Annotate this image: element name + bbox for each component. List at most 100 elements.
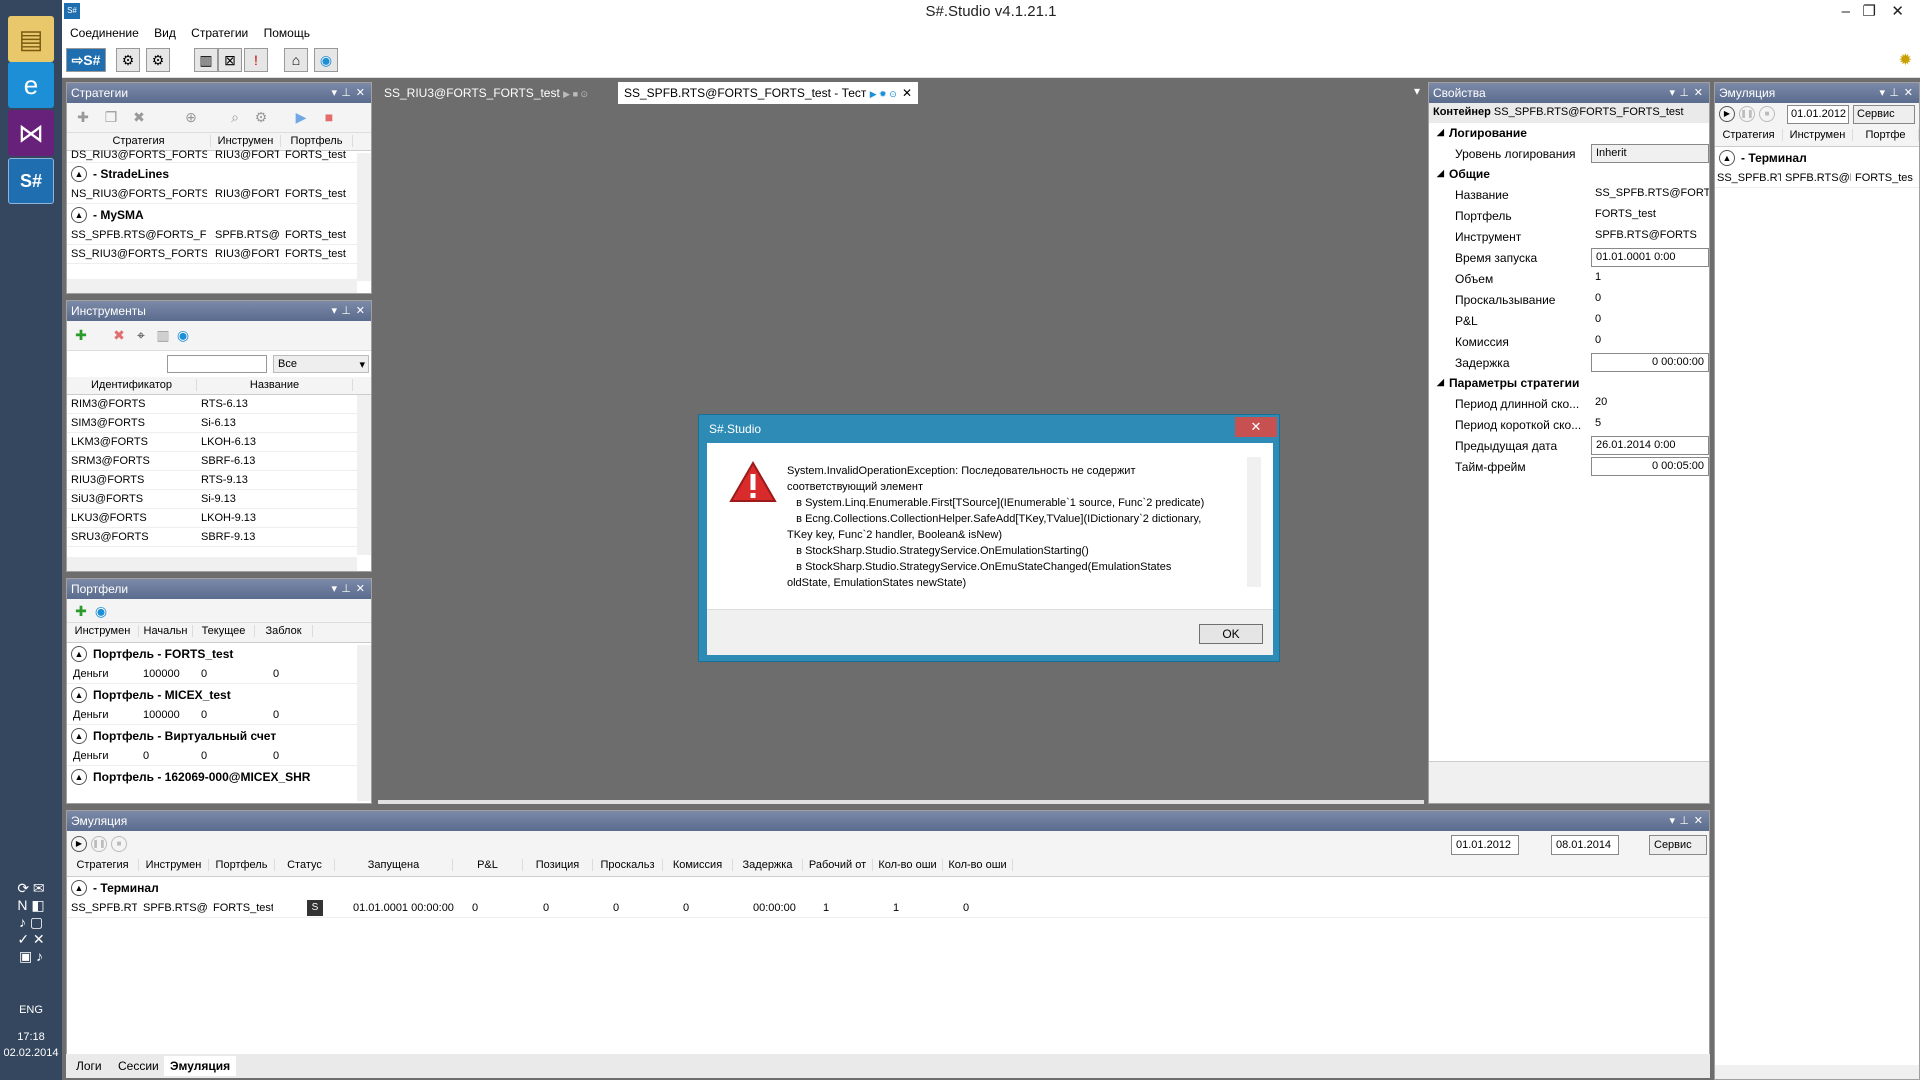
panel-menu-icon[interactable]: ▾ — [331, 579, 337, 599]
collapse-icon[interactable]: ▲ — [71, 880, 87, 896]
property-value[interactable]: 0 — [1591, 332, 1709, 351]
section-logging[interactable]: ◢ Логирование — [1429, 123, 1709, 143]
restore-icon[interactable]: ❐ — [1863, 0, 1876, 23]
add-portfolio-icon[interactable]: ✚ — [71, 601, 91, 621]
connection-settings-icon[interactable]: ⚙ — [116, 48, 140, 72]
panel-pin-icon[interactable]: ⊥ — [341, 579, 351, 599]
play-icon[interactable]: ▶ — [71, 836, 87, 852]
collapse-icon[interactable]: ▲ — [1719, 150, 1735, 166]
property-row[interactable]: P&L 0 — [1429, 310, 1709, 331]
column-portfolio[interactable]: Портфе — [1853, 129, 1919, 141]
column-initial[interactable]: Начальн — [139, 625, 193, 637]
add-component-icon[interactable]: ⊕ — [181, 107, 201, 127]
menu-help[interactable]: Помощь — [258, 24, 316, 42]
property-row[interactable]: Портфель FORTS_test — [1429, 205, 1709, 226]
tray-icons[interactable]: ⟳ ✉ N ◧ ♪ ▢ ✓ ✕ ▣ ♪ — [0, 880, 62, 965]
panel-menu-icon[interactable]: ▾ — [1669, 83, 1675, 103]
panel-pin-icon[interactable]: ⊥ — [341, 301, 351, 321]
collapse-icon[interactable]: ▲ — [71, 646, 87, 662]
visual-studio-icon[interactable]: ⋈ — [8, 110, 54, 156]
expand-icon[interactable]: ◢ — [1437, 377, 1444, 388]
group-header[interactable]: ▲ - StradeLines — [67, 163, 371, 185]
chart-icon[interactable]: ⊠ — [218, 48, 242, 72]
collapse-icon[interactable]: ▲ — [71, 728, 87, 744]
horizontal-scrollbar[interactable] — [67, 557, 357, 571]
property-row[interactable]: Период короткой ско... 5 — [1429, 414, 1709, 435]
property-value[interactable]: 0 — [1591, 290, 1709, 309]
stocksharp-icon[interactable]: S# — [8, 158, 54, 204]
alert-icon[interactable]: ! — [244, 48, 268, 72]
panel-close-icon[interactable]: ✕ — [1904, 83, 1913, 103]
close-window-icon[interactable]: ✕ — [1891, 0, 1904, 23]
column-instrument[interactable]: Инструмен — [1783, 129, 1853, 141]
tab-spfb-rts[interactable]: SS_SPFB.RTS@FORTS_FORTS_test - Тест ▶ ✹ … — [618, 82, 918, 104]
panel-pin-icon[interactable]: ⊥ — [341, 83, 351, 103]
column-pnl[interactable]: P&L — [453, 859, 523, 871]
panel-menu-icon[interactable]: ▾ — [331, 83, 337, 103]
connect-icon[interactable]: ⇨S# — [66, 48, 106, 72]
property-row[interactable]: Период длинной ско... 20 — [1429, 393, 1709, 414]
date-from-field[interactable]: 01.01.2012 — [1787, 105, 1849, 124]
table-row[interactable]: Деньги 0 0 0 — [67, 747, 371, 766]
property-value[interactable]: SPFB.RTS@FORTS — [1591, 227, 1709, 246]
section-strategy-params[interactable]: ◢ Параметры стратегии — [1429, 373, 1709, 393]
date-from-field[interactable]: 01.01.2012 — [1451, 835, 1519, 855]
tab-emulation[interactable]: Эмуляция — [164, 1056, 237, 1076]
property-value[interactable]: 01.01.0001 0:00 — [1591, 248, 1709, 267]
dialog-close-button[interactable]: ✕ — [1235, 417, 1277, 437]
table-row[interactable]: SRM3@FORTS SBRF-6.13 — [67, 452, 371, 471]
remove-instrument-icon[interactable]: ✖ — [109, 325, 129, 345]
database-icon[interactable]: ▥ — [194, 48, 218, 72]
group-header[interactable]: ▲ Портфель - 162069-000@MICEX_SHR — [67, 766, 371, 788]
property-value[interactable]: FORTS_test — [1591, 206, 1709, 225]
column-working[interactable]: Рабочий от — [803, 859, 873, 871]
column-position[interactable]: Позиция — [523, 859, 593, 871]
document-scrollbar[interactable] — [378, 800, 1424, 804]
panel-menu-icon[interactable]: ▾ — [1879, 83, 1885, 103]
stop-icon[interactable]: ■ — [111, 836, 127, 852]
property-value[interactable]: SS_SPFB.RTS@FORTS_ — [1591, 185, 1709, 204]
property-row[interactable]: Объем 1 — [1429, 268, 1709, 289]
section-general[interactable]: ◢ Общие — [1429, 164, 1709, 184]
collapse-icon[interactable]: ▲ — [71, 687, 87, 703]
globe-icon[interactable]: ◉ — [314, 48, 338, 72]
column-strategy[interactable]: Стратегия — [67, 859, 139, 871]
tab-logs[interactable]: Логи — [70, 1056, 108, 1076]
database-icon[interactable]: ▥ — [153, 325, 173, 345]
table-row[interactable]: LKU3@FORTS LKOH-9.13 — [67, 509, 371, 528]
tab-sessions[interactable]: Сессии — [112, 1056, 165, 1076]
column-blocked[interactable]: Заблок — [255, 625, 313, 637]
remove-strategy-icon[interactable]: ✖ — [129, 107, 149, 127]
panel-menu-icon[interactable]: ▾ — [1669, 811, 1675, 831]
expand-icon[interactable]: ◢ — [1437, 168, 1444, 179]
table-row[interactable]: SS_SPFB.RTS SPFB.RTS@F FORTS_test S 01.0… — [67, 899, 1709, 918]
import-icon[interactable]: ◉ — [91, 601, 111, 621]
property-value[interactable]: 0 — [1591, 311, 1709, 330]
add-instrument-icon[interactable]: ✚ — [71, 325, 91, 345]
pause-icon[interactable]: ❚❚ — [91, 836, 107, 852]
property-value[interactable]: 26.01.2014 0:00 — [1591, 436, 1709, 455]
group-header[interactable]: ▲ - Терминал — [1715, 147, 1919, 169]
panel-pin-icon[interactable]: ⊥ — [1679, 811, 1689, 831]
table-row[interactable]: DS_RIU3@FORTS_FORTS_ RIU3@FORT FORTS_tes… — [67, 149, 371, 163]
stop-icon[interactable]: ■ — [319, 107, 339, 127]
property-row[interactable]: Проскальзывание 0 — [1429, 289, 1709, 310]
panel-menu-icon[interactable]: ▾ — [331, 301, 337, 321]
ok-button[interactable]: OK — [1199, 624, 1263, 644]
vertical-scrollbar[interactable] — [357, 395, 371, 555]
table-row[interactable]: Деньги 100000 0 0 — [67, 665, 371, 684]
panel-close-icon[interactable]: ✕ — [356, 301, 365, 321]
column-instrument[interactable]: Инструмен — [139, 859, 209, 871]
property-value[interactable]: 5 — [1591, 415, 1709, 434]
column-latency[interactable]: Задержка — [733, 859, 803, 871]
tabs-dropdown-icon[interactable]: ▾ — [1414, 84, 1420, 98]
column-current[interactable]: Текущее — [193, 625, 255, 637]
table-row[interactable]: SS_SPFB.RTS SPFB.RTS@F FORTS_tes — [1715, 169, 1919, 188]
column-instrument[interactable]: Инструмен — [211, 135, 281, 147]
start-icon[interactable]: ▶ — [291, 107, 311, 127]
date-to-field[interactable]: 08.01.2014 — [1551, 835, 1619, 855]
property-row[interactable]: Тайм-фрейм 0 00:05:00 — [1429, 456, 1709, 477]
property-row[interactable]: Инструмент SPFB.RTS@FORTS — [1429, 226, 1709, 247]
property-row[interactable]: Время запуска 01.01.0001 0:00 — [1429, 247, 1709, 268]
group-header[interactable]: ▲ Портфель - FORTS_test — [67, 643, 371, 665]
